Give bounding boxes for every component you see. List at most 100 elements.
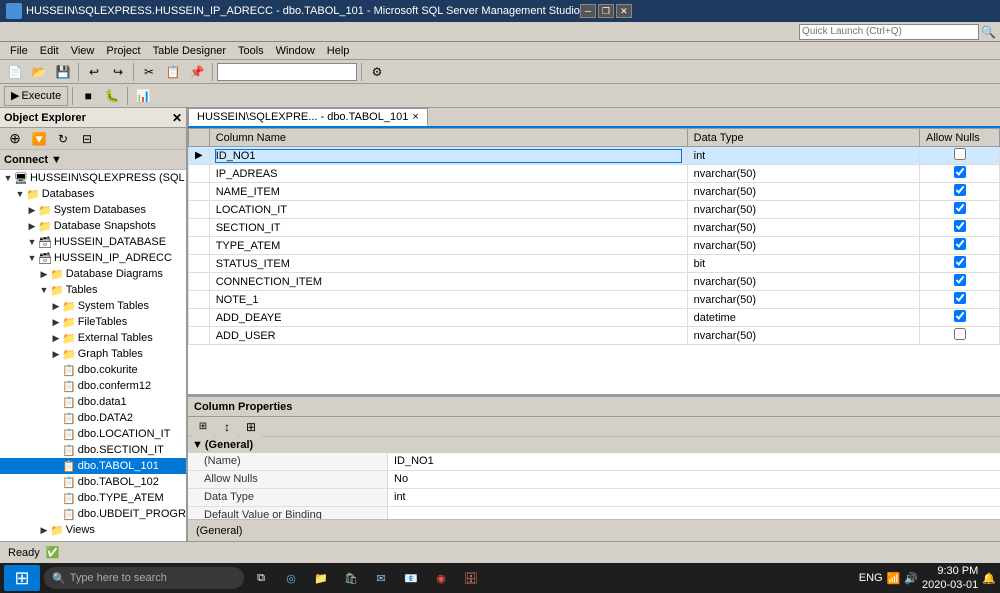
data-type-cell[interactable]: int <box>687 147 919 165</box>
table-row[interactable]: IP_ADREASnvarchar(50) <box>189 165 1000 183</box>
tree-item-2[interactable]: ▶📁System Databases <box>0 202 186 218</box>
tree-expander[interactable]: ▶ <box>38 269 50 280</box>
data-type-cell[interactable]: nvarchar(50) <box>687 291 919 309</box>
table-row[interactable]: STATUS_ITEMbit <box>189 255 1000 273</box>
tree-item-23[interactable]: ▶📁External Resources <box>0 538 186 541</box>
tree-item-9[interactable]: ▶📁FileTables <box>0 314 186 330</box>
oe-filter-button[interactable]: 🔽 <box>28 129 50 149</box>
tree-item-7[interactable]: ▼📁Tables <box>0 282 186 298</box>
tree-item-17[interactable]: 📋dbo.SECTION_IT <box>0 442 186 458</box>
menu-edit[interactable]: Edit <box>34 45 65 57</box>
tree-item-20[interactable]: 📋dbo.TYPE_ATEM <box>0 490 186 506</box>
table-row[interactable]: ▶int <box>189 147 1000 165</box>
close-button[interactable]: ✕ <box>616 4 632 18</box>
allow-nulls-checkbox[interactable] <box>954 202 966 214</box>
sqlserver-icon[interactable]: 🗄 <box>458 565 484 591</box>
taskbar-search[interactable]: 🔍 Type here to search <box>44 567 244 589</box>
tree-expander[interactable]: ▶ <box>50 333 62 344</box>
chrome-icon[interactable]: ◉ <box>428 565 454 591</box>
file-explorer-icon[interactable]: 📁 <box>308 565 334 591</box>
column-name-cell[interactable]: SECTION_IT <box>209 219 687 237</box>
start-button[interactable]: ⊞ <box>4 565 40 591</box>
props-expand-button[interactable]: ⊞ <box>240 417 262 437</box>
tree-expander[interactable]: ▶ <box>26 221 38 232</box>
tree-item-4[interactable]: ▼🗃HUSSEIN_DATABASE <box>0 234 186 250</box>
allow-nulls-checkbox[interactable] <box>954 310 966 322</box>
oe-connect-button[interactable]: Connect ▼ <box>0 150 186 170</box>
tree-item-10[interactable]: ▶📁External Tables <box>0 330 186 346</box>
tree-item-16[interactable]: 📋dbo.LOCATION_IT <box>0 426 186 442</box>
table-row[interactable]: NAME_ITEMnvarchar(50) <box>189 183 1000 201</box>
allow-nulls-checkbox[interactable] <box>954 220 966 232</box>
menu-project[interactable]: Project <box>100 45 146 57</box>
tree-expander[interactable]: ▶ <box>50 317 62 328</box>
task-view-button[interactable]: ⧉ <box>248 565 274 591</box>
restore-button[interactable]: ❐ <box>598 4 614 18</box>
table-row[interactable]: TYPE_ATEMnvarchar(50) <box>189 237 1000 255</box>
outlook-icon[interactable]: 📧 <box>398 565 424 591</box>
allow-nulls-checkbox[interactable] <box>954 274 966 286</box>
menu-window[interactable]: Window <box>270 45 321 57</box>
data-type-cell[interactable]: nvarchar(50) <box>687 327 919 345</box>
menu-tools[interactable]: Tools <box>232 45 270 57</box>
tree-item-12[interactable]: 📋dbo.cokurite <box>0 362 186 378</box>
data-type-cell[interactable]: bit <box>687 255 919 273</box>
tree-item-0[interactable]: ▼🖥HUSSEIN\SQLEXPRESS (SQL Server <box>0 170 186 186</box>
tree-item-13[interactable]: 📋dbo.conferm12 <box>0 378 186 394</box>
tree-expander[interactable]: ▶ <box>50 349 62 360</box>
paste-button[interactable]: 📌 <box>186 62 208 82</box>
allow-nulls-checkbox[interactable] <box>954 256 966 268</box>
tree-item-14[interactable]: 📋dbo.data1 <box>0 394 186 410</box>
tree-item-18[interactable]: 📋dbo.TABOL_101 <box>0 458 186 474</box>
allow-nulls-checkbox[interactable] <box>954 166 966 178</box>
tree-expander[interactable]: ▼ <box>2 173 14 183</box>
stop-button[interactable]: ■ <box>77 86 99 106</box>
oe-collapse-button[interactable]: ⊟ <box>76 129 98 149</box>
mail-icon[interactable]: ✉ <box>368 565 394 591</box>
table-row[interactable]: SECTION_ITnvarchar(50) <box>189 219 1000 237</box>
active-tab[interactable]: HUSSEIN\SQLEXPRE... - dbo.TABOL_101 × <box>188 108 428 126</box>
tree-expander[interactable]: ▶ <box>38 525 50 536</box>
table-row[interactable]: ADD_DEAYEdatetime <box>189 309 1000 327</box>
edge-icon[interactable]: ◎ <box>278 565 304 591</box>
store-icon[interactable]: 🛍 <box>338 565 364 591</box>
tree-item-19[interactable]: 📋dbo.TABOL_102 <box>0 474 186 490</box>
allow-nulls-checkbox[interactable] <box>954 292 966 304</box>
tree-item-15[interactable]: 📋dbo.DATA2 <box>0 410 186 426</box>
props-grid-button[interactable]: ⊞ <box>192 417 214 437</box>
results-button[interactable]: 📊 <box>132 86 154 106</box>
tree-item-21[interactable]: 📋dbo.UBDEIT_PROGR... <box>0 506 186 522</box>
data-type-cell[interactable]: nvarchar(50) <box>687 273 919 291</box>
new-query-button[interactable]: 📄 <box>4 62 26 82</box>
tree-expander[interactable]: ▼ <box>38 285 50 295</box>
oe-new-button[interactable]: ⊕ <box>4 129 26 149</box>
menu-view[interactable]: View <box>65 45 101 57</box>
column-name-cell[interactable]: ADD_USER <box>209 327 687 345</box>
tree-expander[interactable]: ▶ <box>38 541 50 542</box>
undo-button[interactable]: ↩ <box>83 62 105 82</box>
cut-button[interactable]: ✂ <box>138 62 160 82</box>
table-row[interactable]: LOCATION_ITnvarchar(50) <box>189 201 1000 219</box>
tree-item-1[interactable]: ▼📁Databases <box>0 186 186 202</box>
props-sort-button[interactable]: ↕ <box>216 417 238 437</box>
menu-file[interactable]: File <box>4 45 34 57</box>
execute-button[interactable]: ▶ Execute <box>4 86 68 106</box>
server-input[interactable] <box>217 63 357 81</box>
tree-expander[interactable]: ▼ <box>26 253 38 263</box>
data-type-cell[interactable]: nvarchar(50) <box>687 219 919 237</box>
table-row[interactable]: CONNECTION_ITEMnvarchar(50) <box>189 273 1000 291</box>
tree-item-11[interactable]: ▶📁Graph Tables <box>0 346 186 362</box>
save-button[interactable]: 💾 <box>52 62 74 82</box>
data-type-cell[interactable]: nvarchar(50) <box>687 165 919 183</box>
data-type-cell[interactable]: nvarchar(50) <box>687 201 919 219</box>
data-type-cell[interactable]: nvarchar(50) <box>687 183 919 201</box>
allow-nulls-checkbox[interactable] <box>954 238 966 250</box>
redo-button[interactable]: ↪ <box>107 62 129 82</box>
object-explorer-close[interactable]: ✕ <box>172 111 182 125</box>
minimize-button[interactable]: ─ <box>580 4 596 18</box>
tree-expander[interactable]: ▶ <box>50 301 62 312</box>
tree-item-5[interactable]: ▼🗃HUSSEIN_IP_ADRECC <box>0 250 186 266</box>
allow-nulls-checkbox[interactable] <box>954 148 966 160</box>
settings-button[interactable]: ⚙ <box>366 62 388 82</box>
debug-button[interactable]: 🐛 <box>101 86 123 106</box>
